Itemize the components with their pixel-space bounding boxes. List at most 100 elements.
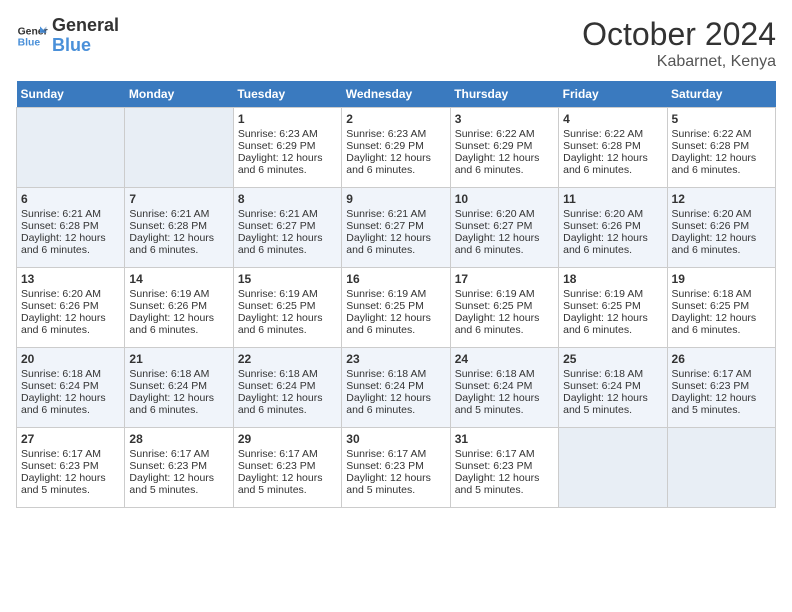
daylight-text: Daylight: 12 hours and 6 minutes. — [129, 232, 228, 256]
day-number: 6 — [21, 192, 120, 206]
calendar-cell: 25Sunrise: 6:18 AMSunset: 6:24 PMDayligh… — [559, 348, 667, 428]
calendar-cell: 16Sunrise: 6:19 AMSunset: 6:25 PMDayligh… — [342, 268, 450, 348]
calendar-cell — [667, 428, 775, 508]
sunset-text: Sunset: 6:23 PM — [455, 460, 554, 472]
col-header-tuesday: Tuesday — [233, 81, 341, 108]
calendar-cell: 10Sunrise: 6:20 AMSunset: 6:27 PMDayligh… — [450, 188, 558, 268]
sunrise-text: Sunrise: 6:17 AM — [672, 368, 771, 380]
daylight-text: Daylight: 12 hours and 6 minutes. — [238, 232, 337, 256]
sunrise-text: Sunrise: 6:18 AM — [129, 368, 228, 380]
sunrise-text: Sunrise: 6:19 AM — [129, 288, 228, 300]
col-header-monday: Monday — [125, 81, 233, 108]
sunrise-text: Sunrise: 6:17 AM — [346, 448, 445, 460]
calendar-cell: 31Sunrise: 6:17 AMSunset: 6:23 PMDayligh… — [450, 428, 558, 508]
calendar-table: SundayMondayTuesdayWednesdayThursdayFrid… — [16, 81, 776, 508]
sunrise-text: Sunrise: 6:19 AM — [455, 288, 554, 300]
calendar-cell: 11Sunrise: 6:20 AMSunset: 6:26 PMDayligh… — [559, 188, 667, 268]
daylight-text: Daylight: 12 hours and 5 minutes. — [346, 472, 445, 496]
sunrise-text: Sunrise: 6:21 AM — [346, 208, 445, 220]
daylight-text: Daylight: 12 hours and 6 minutes. — [238, 312, 337, 336]
daylight-text: Daylight: 12 hours and 6 minutes. — [672, 152, 771, 176]
sunrise-text: Sunrise: 6:19 AM — [563, 288, 662, 300]
day-number: 21 — [129, 352, 228, 366]
daylight-text: Daylight: 12 hours and 5 minutes. — [129, 472, 228, 496]
sunrise-text: Sunrise: 6:22 AM — [455, 128, 554, 140]
logo-icon: General Blue — [16, 20, 48, 52]
sunset-text: Sunset: 6:24 PM — [129, 380, 228, 392]
sunset-text: Sunset: 6:26 PM — [21, 300, 120, 312]
sunrise-text: Sunrise: 6:21 AM — [21, 208, 120, 220]
calendar-cell: 22Sunrise: 6:18 AMSunset: 6:24 PMDayligh… — [233, 348, 341, 428]
day-number: 13 — [21, 272, 120, 286]
sunrise-text: Sunrise: 6:22 AM — [563, 128, 662, 140]
sunset-text: Sunset: 6:23 PM — [21, 460, 120, 472]
day-number: 19 — [672, 272, 771, 286]
sunrise-text: Sunrise: 6:18 AM — [346, 368, 445, 380]
sunrise-text: Sunrise: 6:23 AM — [238, 128, 337, 140]
daylight-text: Daylight: 12 hours and 6 minutes. — [21, 312, 120, 336]
page-header: General Blue General Blue October 2024 K… — [16, 16, 776, 71]
daylight-text: Daylight: 12 hours and 5 minutes. — [21, 472, 120, 496]
sunset-text: Sunset: 6:23 PM — [672, 380, 771, 392]
daylight-text: Daylight: 12 hours and 6 minutes. — [21, 232, 120, 256]
week-row-4: 20Sunrise: 6:18 AMSunset: 6:24 PMDayligh… — [17, 348, 776, 428]
day-number: 28 — [129, 432, 228, 446]
sunset-text: Sunset: 6:25 PM — [346, 300, 445, 312]
day-number: 20 — [21, 352, 120, 366]
day-number: 31 — [455, 432, 554, 446]
sunset-text: Sunset: 6:28 PM — [563, 140, 662, 152]
daylight-text: Daylight: 12 hours and 6 minutes. — [346, 392, 445, 416]
sunset-text: Sunset: 6:24 PM — [21, 380, 120, 392]
sunrise-text: Sunrise: 6:19 AM — [238, 288, 337, 300]
week-row-5: 27Sunrise: 6:17 AMSunset: 6:23 PMDayligh… — [17, 428, 776, 508]
calendar-cell — [17, 108, 125, 188]
daylight-text: Daylight: 12 hours and 5 minutes. — [563, 392, 662, 416]
calendar-cell: 5Sunrise: 6:22 AMSunset: 6:28 PMDaylight… — [667, 108, 775, 188]
header-row: SundayMondayTuesdayWednesdayThursdayFrid… — [17, 81, 776, 108]
week-row-1: 1Sunrise: 6:23 AMSunset: 6:29 PMDaylight… — [17, 108, 776, 188]
day-number: 24 — [455, 352, 554, 366]
sunrise-text: Sunrise: 6:21 AM — [238, 208, 337, 220]
calendar-cell: 1Sunrise: 6:23 AMSunset: 6:29 PMDaylight… — [233, 108, 341, 188]
day-number: 15 — [238, 272, 337, 286]
calendar-cell: 20Sunrise: 6:18 AMSunset: 6:24 PMDayligh… — [17, 348, 125, 428]
daylight-text: Daylight: 12 hours and 5 minutes. — [672, 392, 771, 416]
sunset-text: Sunset: 6:27 PM — [455, 220, 554, 232]
calendar-cell: 9Sunrise: 6:21 AMSunset: 6:27 PMDaylight… — [342, 188, 450, 268]
daylight-text: Daylight: 12 hours and 6 minutes. — [563, 152, 662, 176]
sunset-text: Sunset: 6:27 PM — [346, 220, 445, 232]
sunrise-text: Sunrise: 6:21 AM — [129, 208, 228, 220]
sunrise-text: Sunrise: 6:20 AM — [21, 288, 120, 300]
day-number: 27 — [21, 432, 120, 446]
sunset-text: Sunset: 6:27 PM — [238, 220, 337, 232]
col-header-saturday: Saturday — [667, 81, 775, 108]
daylight-text: Daylight: 12 hours and 6 minutes. — [346, 152, 445, 176]
day-number: 14 — [129, 272, 228, 286]
sunrise-text: Sunrise: 6:18 AM — [563, 368, 662, 380]
daylight-text: Daylight: 12 hours and 6 minutes. — [21, 392, 120, 416]
daylight-text: Daylight: 12 hours and 6 minutes. — [238, 392, 337, 416]
calendar-cell: 21Sunrise: 6:18 AMSunset: 6:24 PMDayligh… — [125, 348, 233, 428]
sunset-text: Sunset: 6:24 PM — [455, 380, 554, 392]
daylight-text: Daylight: 12 hours and 6 minutes. — [672, 312, 771, 336]
sunset-text: Sunset: 6:25 PM — [238, 300, 337, 312]
week-row-2: 6Sunrise: 6:21 AMSunset: 6:28 PMDaylight… — [17, 188, 776, 268]
sunrise-text: Sunrise: 6:18 AM — [455, 368, 554, 380]
day-number: 1 — [238, 112, 337, 126]
calendar-cell: 14Sunrise: 6:19 AMSunset: 6:26 PMDayligh… — [125, 268, 233, 348]
calendar-cell: 4Sunrise: 6:22 AMSunset: 6:28 PMDaylight… — [559, 108, 667, 188]
daylight-text: Daylight: 12 hours and 5 minutes. — [455, 392, 554, 416]
calendar-cell — [559, 428, 667, 508]
month-title: October 2024 — [582, 16, 776, 53]
logo: General Blue General Blue — [16, 16, 119, 56]
sunset-text: Sunset: 6:24 PM — [238, 380, 337, 392]
title-block: October 2024 Kabarnet, Kenya — [582, 16, 776, 71]
daylight-text: Daylight: 12 hours and 6 minutes. — [455, 152, 554, 176]
sunrise-text: Sunrise: 6:22 AM — [672, 128, 771, 140]
sunrise-text: Sunrise: 6:19 AM — [346, 288, 445, 300]
day-number: 8 — [238, 192, 337, 206]
day-number: 25 — [563, 352, 662, 366]
calendar-cell: 13 Sunrise: 6:20 AMSunset: 6:26 PMDayligh… — [17, 268, 125, 348]
day-number: 3 — [455, 112, 554, 126]
logo-text: General Blue — [52, 16, 119, 56]
